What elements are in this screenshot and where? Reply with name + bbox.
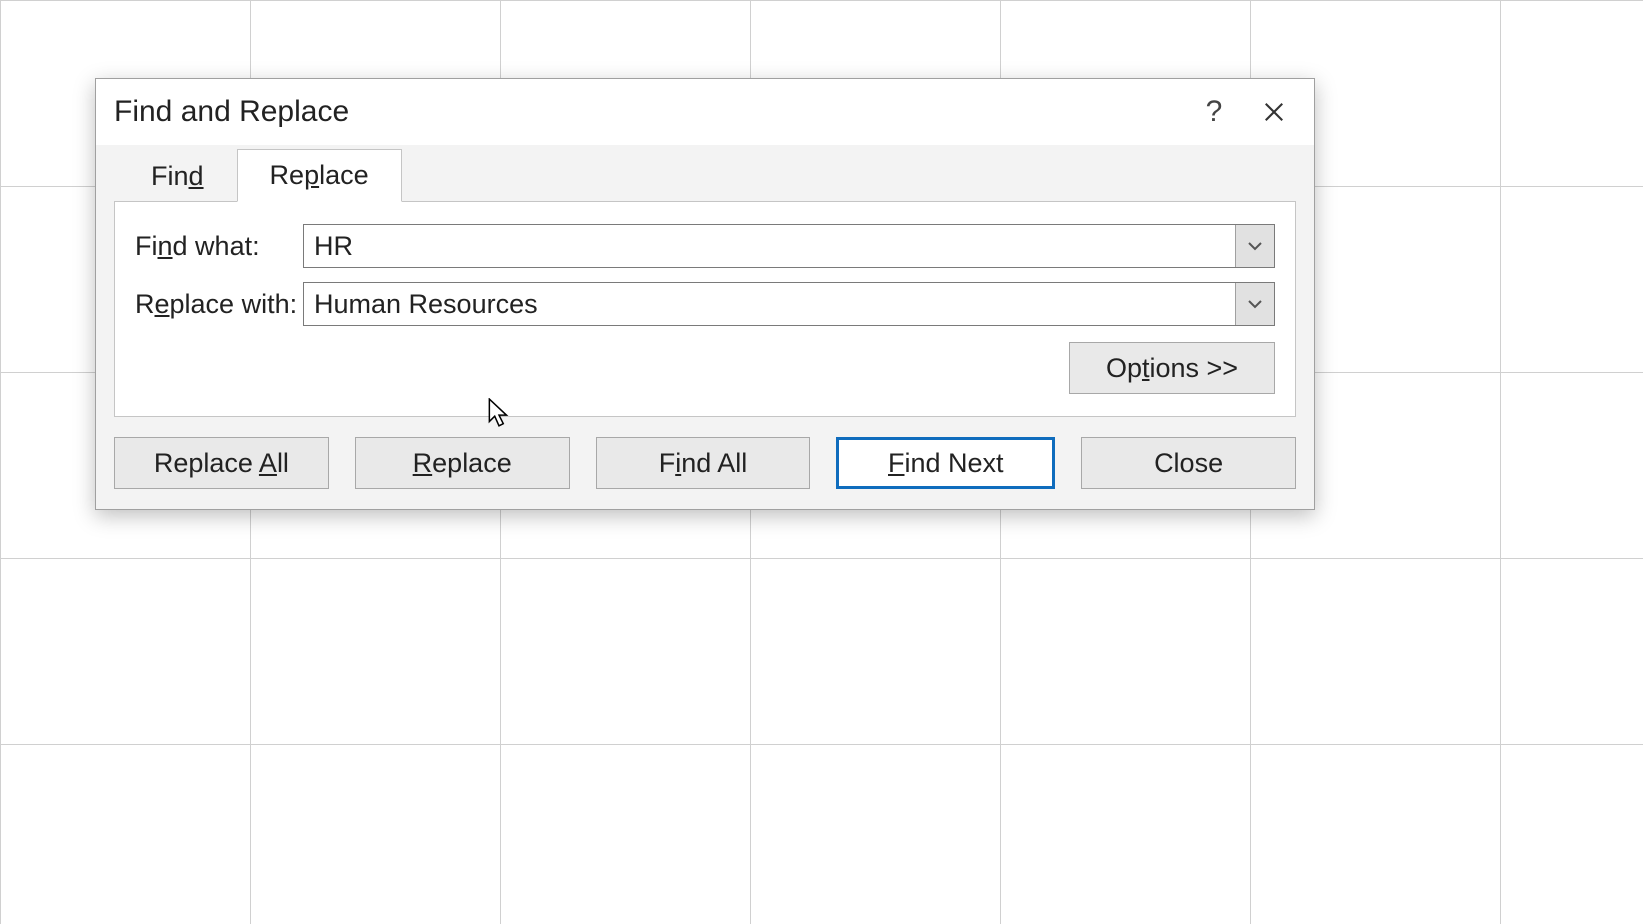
find-what-combo	[303, 224, 1275, 268]
tab-replace-label: Replace	[270, 160, 369, 190]
find-what-input[interactable]	[304, 225, 1235, 267]
replace-with-row: Replace with:	[135, 282, 1275, 326]
find-replace-dialog: Find and Replace ? Find Replace Find wha…	[95, 78, 1315, 510]
replace-with-input[interactable]	[304, 283, 1235, 325]
dialog-titlebar: Find and Replace ?	[96, 79, 1314, 145]
dialog-body: Find Replace Find what: Replace with:	[96, 145, 1314, 509]
dialog-title: Find and Replace	[114, 95, 1184, 129]
find-all-button[interactable]: Find All	[596, 437, 811, 489]
close-button[interactable]: Close	[1081, 437, 1296, 489]
find-what-dropdown[interactable]	[1235, 225, 1274, 267]
find-what-row: Find what:	[135, 224, 1275, 268]
options-button[interactable]: Options >>	[1069, 342, 1275, 394]
find-next-button[interactable]: Find Next	[836, 437, 1055, 489]
close-icon[interactable]	[1244, 87, 1304, 137]
replace-with-combo	[303, 282, 1275, 326]
tab-panel: Find what: Replace with:	[114, 201, 1296, 417]
replace-button[interactable]: Replace	[355, 437, 570, 489]
find-what-label: Find what:	[135, 231, 303, 262]
chevron-down-icon	[1247, 299, 1263, 309]
chevron-down-icon	[1247, 241, 1263, 251]
replace-with-label: Replace with:	[135, 289, 303, 320]
options-row: Options >>	[135, 342, 1275, 394]
replace-all-button[interactable]: Replace All	[114, 437, 329, 489]
replace-with-dropdown[interactable]	[1235, 283, 1274, 325]
help-icon[interactable]: ?	[1184, 87, 1244, 137]
tab-find-label: Find	[151, 161, 204, 191]
tab-strip: Find Replace	[114, 145, 1296, 201]
tab-find[interactable]: Find	[118, 150, 237, 202]
dialog-footer: Replace All Replace Find All Find Next C…	[114, 417, 1296, 491]
tab-replace[interactable]: Replace	[237, 149, 402, 202]
